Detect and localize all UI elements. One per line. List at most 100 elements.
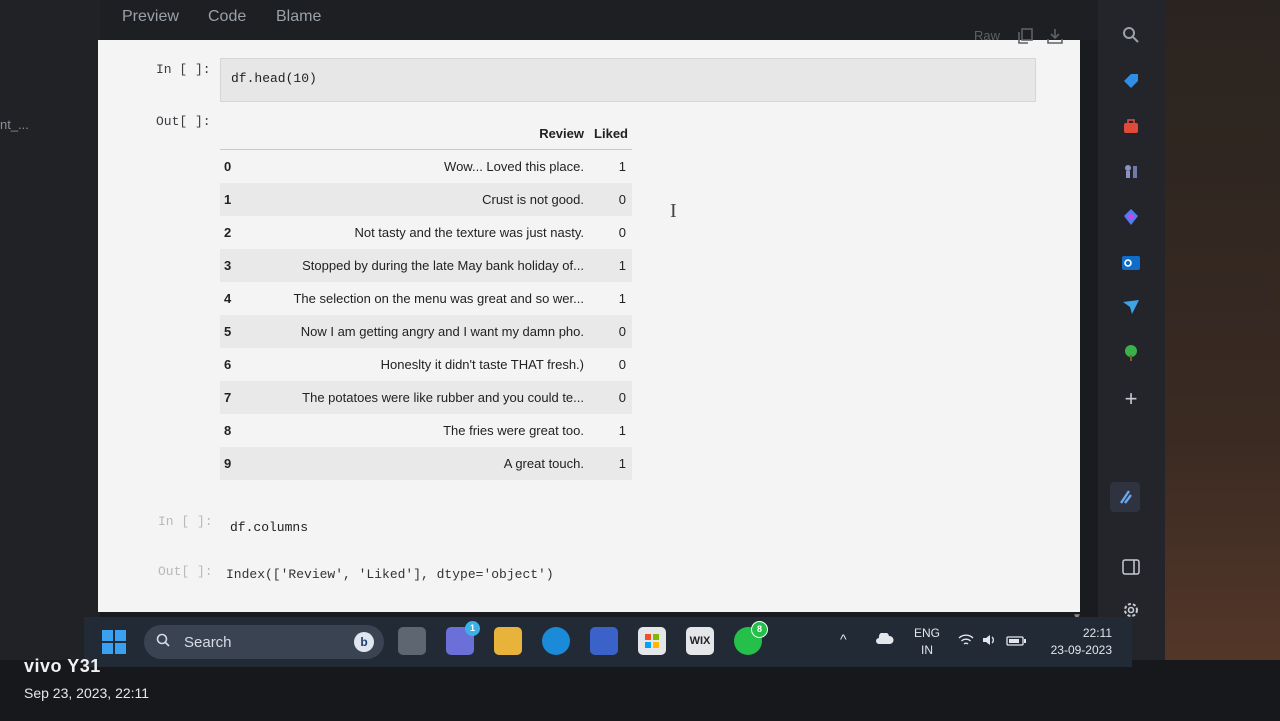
row-index: 6 (224, 357, 232, 372)
liked-cell: 1 (618, 159, 626, 174)
chat-icon[interactable]: 1 (446, 621, 480, 655)
review-cell: Stopped by during the late May bank holi… (302, 258, 584, 273)
table-row: 7 The potatoes were like rubber and you c… (220, 381, 632, 414)
search-icon[interactable] (1118, 22, 1144, 48)
row-index: 7 (224, 390, 232, 405)
tab-blame[interactable]: Blame (276, 8, 321, 26)
code-cell-columns[interactable]: df.columns (220, 508, 820, 548)
windows-start-icon[interactable] (102, 630, 126, 654)
code-cell-head[interactable]: df.head(10) (220, 58, 1036, 102)
table-row: 9 A great touch. 1 (220, 447, 632, 480)
photo-watermark-date: Sep 23, 2023, 22:11 (24, 685, 150, 701)
review-cell: Honeslty it didn't taste THAT fresh.) (380, 357, 584, 372)
out-prompt: Out[ ]: (158, 564, 213, 579)
liked-cell: 0 (618, 357, 626, 372)
review-cell: The fries were great too. (443, 423, 584, 438)
review-cell: Crust is not good. (482, 192, 584, 207)
in-prompt: In [ ]: (156, 62, 211, 77)
review-cell: The potatoes were like rubber and you co… (302, 390, 584, 405)
index-header (220, 120, 248, 150)
review-cell: The selection on the menu was great and … (293, 291, 584, 306)
whatsapp-icon[interactable]: 8 (734, 621, 768, 655)
taskbar-clock[interactable]: 22:11 23-09-2023 (1042, 625, 1112, 659)
text-cursor-icon: I (670, 200, 677, 222)
review-cell: Wow... Loved this place. (444, 159, 584, 174)
table-row: 5 Now I am getting angry and I want my da… (220, 315, 632, 348)
edge-icon[interactable] (542, 627, 570, 655)
table-row: 8 The fries were great too. 1 (220, 414, 632, 447)
row-index: 3 (224, 258, 232, 273)
review-cell: A great touch. (503, 456, 584, 471)
taskbar-search[interactable]: Search b (144, 625, 384, 659)
tab-preview[interactable]: Preview (122, 8, 179, 26)
table-row: 3 Stopped by during the late May bank hol… (220, 249, 632, 282)
chess-icon[interactable] (1118, 158, 1144, 184)
bing-icon[interactable]: b (354, 632, 374, 652)
row-index: 9 (224, 456, 232, 471)
notebook-preview: Raw In [ ]: df.head(10) Out[ ]: Review L… (98, 28, 1080, 612)
copy-icon[interactable] (1016, 27, 1034, 45)
liked-cell: 0 (618, 324, 626, 339)
liked-cell: 0 (618, 390, 626, 405)
chat-badge: 1 (465, 621, 480, 636)
left-pane-truncated-item[interactable]: nt_... (0, 117, 29, 132)
screen-bezel-left (0, 0, 100, 721)
download-icon[interactable] (1046, 27, 1064, 45)
row-index: 0 (224, 159, 232, 174)
sidebar-toggle-icon[interactable] (1118, 554, 1144, 580)
clock-date: 23-09-2023 (1050, 643, 1112, 657)
liked-cell: 1 (618, 456, 626, 471)
column-header-review: Review (248, 120, 588, 150)
row-index: 2 (224, 225, 232, 240)
chevron-up-icon[interactable]: ^ (840, 631, 847, 647)
liked-cell: 1 (618, 291, 626, 306)
raw-button[interactable]: Raw (974, 28, 1000, 43)
table-row: 1 Crust is not good. 0 (220, 183, 632, 216)
file-explorer-icon[interactable] (494, 627, 522, 655)
language-indicator[interactable]: ENG IN (912, 625, 942, 659)
task-view-icon[interactable] (398, 627, 426, 655)
row-index: 4 (224, 291, 232, 306)
dataframe-table: Review Liked 0 Wow... Loved this place. 1 … (220, 120, 632, 480)
tree-icon[interactable] (1118, 340, 1144, 366)
wifi-icon[interactable] (958, 633, 974, 650)
table-row: 4 The selection on the menu was great and… (220, 282, 632, 315)
volume-icon[interactable] (982, 633, 998, 650)
liked-cell: 0 (618, 225, 626, 240)
table-row: 0 Wow... Loved this place. 1 (220, 150, 632, 184)
lang-line1: ENG (913, 626, 940, 640)
photo-watermark-brand: vivo Y31 (24, 656, 101, 676)
lang-line2: IN (921, 643, 933, 657)
whatsapp-badge: 8 (751, 621, 768, 638)
app-icon[interactable] (590, 627, 618, 655)
screen-bezel-right (1165, 0, 1280, 721)
tag-icon[interactable] (1118, 68, 1144, 94)
in-prompt: In [ ]: (158, 514, 213, 529)
screen-bezel-bottom (0, 660, 1280, 721)
review-cell: Now I am getting angry and I want my dam… (300, 324, 584, 339)
row-index: 8 (224, 423, 232, 438)
search-label: Search (184, 634, 232, 651)
store-icon[interactable] (638, 627, 666, 655)
liked-cell: 1 (618, 423, 626, 438)
add-icon[interactable]: + (1118, 386, 1144, 412)
clock-time: 22:11 (1082, 626, 1112, 640)
outlook-icon[interactable] (1118, 250, 1144, 276)
send-icon[interactable] (1118, 294, 1144, 320)
cloud-icon[interactable] (874, 631, 894, 648)
row-index: 1 (224, 192, 232, 207)
copilot-icon[interactable] (1118, 204, 1144, 230)
taskbar: Search b 1 WIX 8 ^ ENG IN 22:11 23-09-20… (84, 617, 1132, 667)
briefcase-icon[interactable] (1118, 114, 1144, 140)
column-header-liked: Liked (588, 120, 632, 150)
edge-sidebar: + (1098, 0, 1165, 660)
designer-icon[interactable] (1110, 482, 1140, 512)
tab-code[interactable]: Code (208, 8, 246, 26)
wix-icon[interactable]: WIX (686, 627, 714, 655)
battery-icon[interactable] (1006, 635, 1026, 649)
search-icon (156, 633, 170, 647)
table-row: 2 Not tasty and the texture was just nast… (220, 216, 632, 249)
out-prompt: Out[ ]: (156, 114, 211, 129)
output-text: Index(['Review', 'Liked'], dtype='object… (226, 567, 554, 582)
liked-cell: 0 (618, 192, 626, 207)
